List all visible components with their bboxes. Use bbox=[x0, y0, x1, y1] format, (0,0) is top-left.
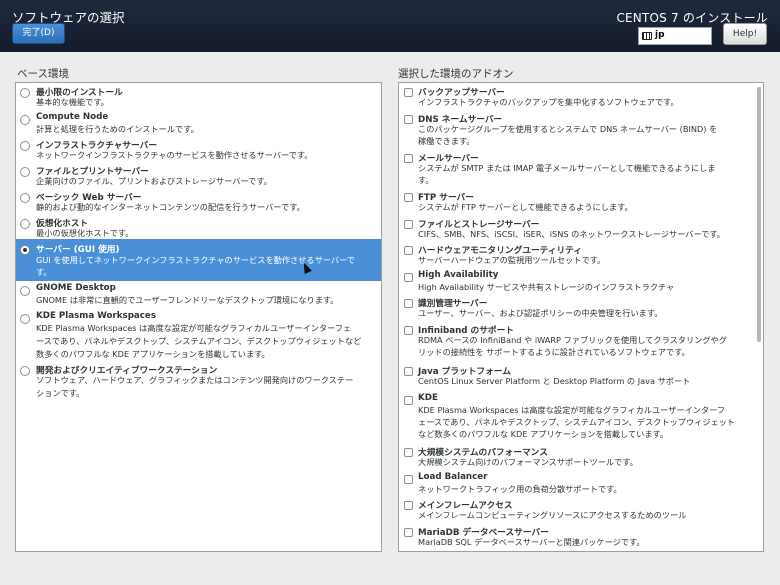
addon-checkbox[interactable] bbox=[404, 528, 413, 537]
env-item-desc: 企業向けのファイル、プリントおよびストレージサーバーです。 bbox=[36, 176, 272, 186]
env-item-desc-line: ソフトウェア、ハードウェア、グラフィックまたはコンテンツ開発向けのワークステー bbox=[36, 375, 354, 385]
addon-item-desc-line: High Availability サービスや共有ストレージのインフラストラクチ… bbox=[418, 282, 675, 292]
addon-item-desc-line: サーバーハードウェアの監視用ツールセットです。 bbox=[418, 255, 606, 265]
env-item-desc-line: す。 bbox=[36, 267, 52, 277]
addon-checkbox[interactable] bbox=[404, 299, 413, 308]
addon-item-desc-line: システムが FTP サーバーとして機能できるようにします。 bbox=[418, 202, 633, 212]
env-radio[interactable] bbox=[20, 314, 30, 324]
addon-checkbox[interactable] bbox=[404, 367, 413, 376]
base-env-list: 最小限のインストール 基本的な機能です。 Compute Node 計算と処理を… bbox=[15, 82, 382, 552]
addon-checkbox[interactable] bbox=[404, 193, 413, 202]
addon-checkbox[interactable] bbox=[404, 475, 413, 484]
keyboard-layout-label: jp bbox=[655, 30, 665, 40]
addons-list: バックアップサーバー インフラストラクチャのバックアップを集中化するソフトウェア… bbox=[398, 82, 764, 552]
addon-checkbox[interactable] bbox=[404, 154, 413, 163]
keyboard-icon bbox=[642, 32, 652, 40]
addon-item-title: High Availability bbox=[418, 270, 499, 280]
addon-item-desc-line: 大規模システム向けのパフォーマンスサポートツールです。 bbox=[418, 457, 638, 467]
env-item-desc: 基本的な機能です。 bbox=[36, 97, 109, 107]
addon-item-desc-line: す。 bbox=[418, 175, 434, 185]
addon-item-desc-line: MariaDB SQL データベースサーバーと関連パッケージです。 bbox=[418, 537, 645, 547]
addon-checkbox[interactable] bbox=[404, 501, 413, 510]
addon-item-desc-line: システムが SMTP または IMAP 電子メールサーバーとして機能できるように… bbox=[418, 163, 716, 173]
env-radio[interactable] bbox=[20, 193, 30, 203]
addon-checkbox[interactable] bbox=[404, 448, 413, 457]
addon-item-title: KDE bbox=[418, 393, 438, 403]
addon-item-desc-line: ネットワークトラフィック用の負荷分散サポートです。 bbox=[418, 484, 622, 494]
env-item-desc-line: ションです。 bbox=[36, 388, 85, 398]
env-radio[interactable] bbox=[20, 141, 30, 151]
addon-item-desc-line: リッドの接続性を サポートするように設計されているソフトウェアです。 bbox=[418, 347, 690, 357]
env-radio[interactable] bbox=[20, 245, 30, 255]
env-item-desc: GNOME は非常に直観的でユーザーフレンドリーなデスクトップ環境になります。 bbox=[36, 295, 339, 305]
addon-checkbox[interactable] bbox=[404, 246, 413, 255]
env-radio[interactable] bbox=[20, 115, 30, 125]
addon-item-desc-line: 稼働できます。 bbox=[418, 136, 475, 146]
env-item-desc: 最小の仮想化ホストです。 bbox=[36, 228, 134, 238]
header-bar: ソフトウェアの選択 完了(D) CENTOS 7 のインストール jp Help… bbox=[0, 0, 780, 52]
env-radio[interactable] bbox=[20, 366, 30, 376]
env-item-desc: 静的および動的なインターネットコンテンツの配信を行うサーバーです。 bbox=[36, 202, 305, 212]
addon-item-desc-line: このパッケージグループを使用するとシステムで DNS ネームサーバー (BIND… bbox=[418, 124, 718, 134]
base-env-title: ベース環境 bbox=[17, 68, 69, 80]
addon-item-desc-line: ェースであり、パネルやデスクトップ、システムアイコン、デスクトップウィジェット bbox=[418, 417, 736, 427]
addon-item-desc-line: CIFS、SMB、NFS、iSCSI、iSER、iSNS のネットワークストレー… bbox=[418, 229, 725, 239]
addon-item-desc-line: KDE Plasma Workspaces は高度な設定が可能なグラフィカルユー… bbox=[418, 405, 726, 415]
env-radio[interactable] bbox=[20, 286, 30, 296]
env-radio[interactable] bbox=[20, 219, 30, 229]
addon-item-desc-line: インフラストラクチャのバックアップを集中化するソフトウェアです。 bbox=[418, 97, 679, 107]
addon-item-title: Load Balancer bbox=[418, 472, 488, 482]
addon-item-desc-line: ユーザー、サーバー、および認証ポリシーの中央管理を行います。 bbox=[418, 308, 663, 318]
addon-checkbox[interactable] bbox=[404, 220, 413, 229]
addon-checkbox[interactable] bbox=[404, 115, 413, 124]
addons-scrollbar[interactable] bbox=[757, 87, 761, 342]
addon-checkbox[interactable] bbox=[404, 396, 413, 405]
env-item-title: Compute Node bbox=[36, 112, 109, 122]
addon-item-desc-line: など数多くのパワフルな KDE アプリケーションを搭載しています。 bbox=[418, 429, 669, 439]
addon-checkbox[interactable] bbox=[404, 326, 413, 335]
env-item-desc: 計算と処理を行うためのインストールです。 bbox=[36, 124, 199, 134]
addon-checkbox[interactable] bbox=[404, 88, 413, 97]
env-radio[interactable] bbox=[20, 167, 30, 177]
env-radio[interactable] bbox=[20, 88, 30, 98]
env-item-desc: ネットワークインフラストラクチャのサービスを動作させるサーバーです。 bbox=[36, 150, 313, 160]
env-item-title: KDE Plasma Workspaces bbox=[36, 311, 156, 321]
addon-item-desc-line: RDMA ベースの InfiniBand や iWARP ファブリックを使用して… bbox=[418, 335, 727, 345]
done-button[interactable]: 完了(D) bbox=[12, 23, 65, 44]
addon-checkbox[interactable] bbox=[404, 273, 413, 282]
env-item-desc-line: 数多くのパワフルな KDE アプリケーションを搭載しています。 bbox=[36, 349, 270, 359]
env-item-desc-line: ースであり、パネルやデスクトップ、システムアイコン、デスクトップウィジェットなど bbox=[36, 336, 362, 346]
env-item-desc-line: KDE Plasma Workspaces は高度な設定が可能なグラフィカルユー… bbox=[36, 323, 352, 333]
help-button[interactable]: Help! bbox=[723, 23, 767, 45]
addon-item-desc-line: CentOS Linux Server Platform と Desktop P… bbox=[418, 376, 691, 386]
env-item-title: GNOME Desktop bbox=[36, 283, 116, 293]
addons-title: 選択した環境のアドオン bbox=[398, 68, 514, 80]
keyboard-layout-indicator[interactable]: jp bbox=[638, 27, 712, 45]
addon-item-desc-line: メインフレームコンピューティングリソースにアクセスするためのツール bbox=[418, 510, 687, 520]
